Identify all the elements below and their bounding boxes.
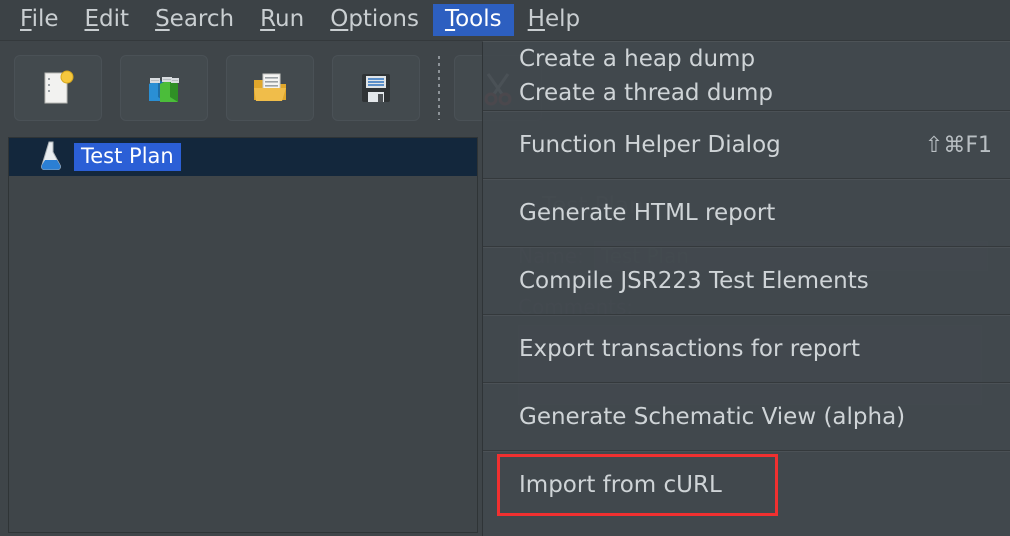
tools-menu-item-label: Export transactions for report [519, 336, 992, 362]
tools-dropdown-menu: Create a heap dump Create a thread dump Fu… [482, 41, 1010, 536]
menubar-item-file-rest: ile [32, 6, 59, 32]
tools-menu-item-accelerator: ⇧⌘F1 [925, 133, 992, 158]
menubar-item-help-mnemonic: H [528, 6, 545, 32]
open-folder-icon [250, 68, 290, 108]
menubar-item-run-mnemonic: R [260, 6, 275, 32]
tools-menu-item-compile-jsr223-test-elements[interactable]: Compile JSR223 Test Elements [483, 248, 1010, 314]
toolbar-separator [438, 56, 440, 120]
tools-menu-item-export-transactions-for-report[interactable]: Export transactions for report [483, 316, 1010, 382]
menubar-item-edit-mnemonic: E [85, 6, 100, 32]
new-test-plan-icon [38, 68, 78, 108]
toolbar-open-button[interactable] [226, 55, 314, 121]
tools-menu-item-label: Generate HTML report [519, 200, 992, 226]
menubar-item-edit-rest: dit [99, 6, 129, 32]
toolbar-save-button[interactable] [332, 55, 420, 121]
menubar-item-search-rest: earch [170, 6, 234, 32]
menubar-item-edit[interactable]: Edit [73, 4, 142, 36]
menubar-item-tools-mnemonic: T [445, 6, 455, 32]
menubar-item-help-rest: elp [545, 6, 580, 32]
tools-menu-item-label: Generate Schematic View (alpha) [519, 404, 992, 430]
save-floppy-icon [356, 68, 396, 108]
menubar-item-run-rest: un [275, 6, 304, 32]
tools-menu-item-label: Import from cURL [519, 472, 992, 498]
menubar-item-options-mnemonic: O [330, 6, 348, 32]
tools-menu-item-generate-html-report[interactable]: Generate HTML report [483, 180, 1010, 246]
tools-menu-item-import-from-curl[interactable]: Import from cURL [483, 452, 1010, 518]
tools-menu-item-label: Function Helper Dialog [519, 132, 901, 158]
tools-menu-item-label: Create a heap dump [519, 46, 992, 72]
tree-node-label: Test Plan [74, 143, 181, 171]
test-plan-tree[interactable]: Test Plan [8, 137, 478, 533]
menubar-item-run[interactable]: Run [248, 4, 316, 36]
tools-menu-item-create-a-thread-dump[interactable]: Create a thread dump [483, 76, 1010, 110]
menubar-item-search[interactable]: Search [143, 4, 246, 36]
tools-menu-item-generate-schematic-view-alpha[interactable]: Generate Schematic View (alpha) [483, 384, 1010, 450]
templates-icon [144, 68, 184, 108]
tools-menu-item-label: Compile JSR223 Test Elements [519, 268, 992, 294]
menubar-item-options[interactable]: Options [318, 4, 431, 36]
test-plan-flask-icon [37, 140, 65, 174]
menu-bar: File Edit Search Run Options Tools Help [0, 0, 1010, 41]
jmeter-window: File Edit Search Run Options Tools Help [0, 0, 1010, 536]
tree-node-test-plan[interactable]: Test Plan [9, 138, 477, 176]
tools-menu-item-create-a-heap-dump[interactable]: Create a heap dump [483, 42, 1010, 76]
menubar-item-options-rest: ptions [348, 6, 419, 32]
tools-menu-item-function-helper-dialog[interactable]: Function Helper Dialog ⇧⌘F1 [483, 112, 1010, 178]
menubar-item-tools-rest: ools [455, 6, 502, 32]
menubar-item-help[interactable]: Help [516, 4, 592, 36]
toolbar-templates-button[interactable] [120, 55, 208, 121]
toolbar-new-button[interactable] [14, 55, 102, 121]
menubar-item-tools[interactable]: Tools [433, 4, 514, 36]
menubar-item-search-mnemonic: S [155, 6, 170, 32]
tools-menu-item-label: Create a thread dump [519, 80, 992, 106]
menubar-item-file[interactable]: File [8, 4, 71, 36]
menubar-item-file-mnemonic: F [20, 6, 32, 32]
